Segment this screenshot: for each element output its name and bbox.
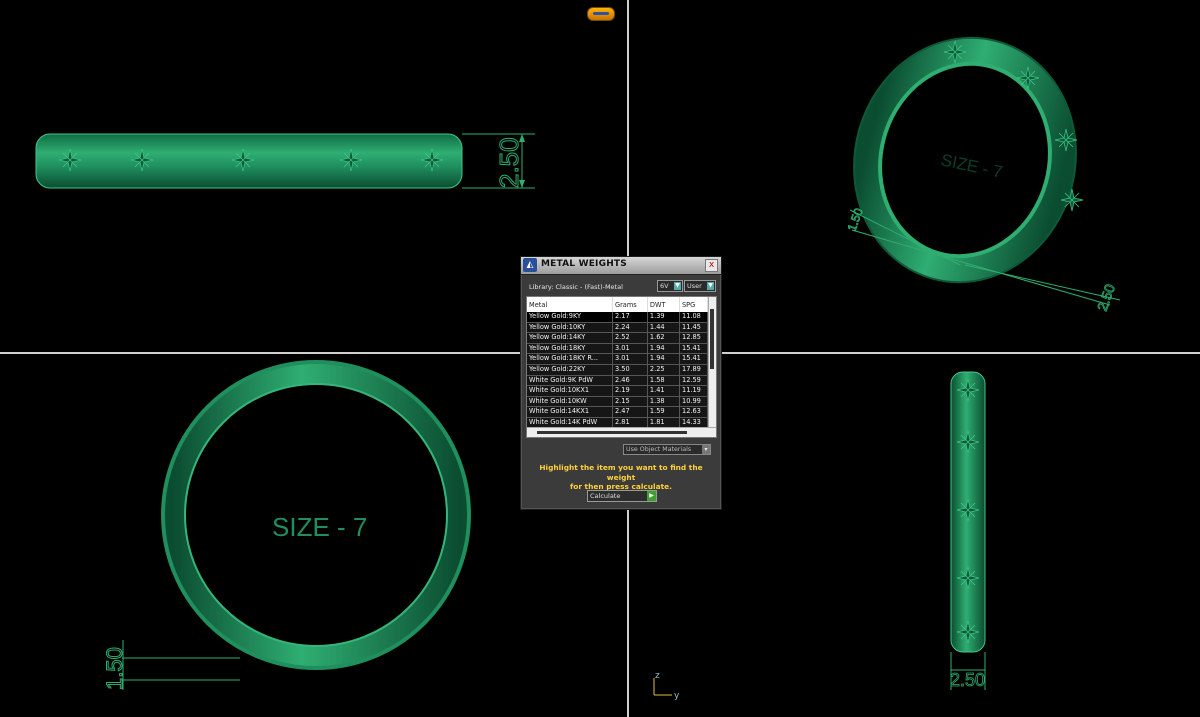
cell-dwt: 1.39 <box>647 312 681 323</box>
use-object-materials-select[interactable]: Use Object Materials ▾ <box>623 444 711 455</box>
cell-metal: White Gold:9K PdW <box>527 375 613 386</box>
cell-dwt: 1.59 <box>647 406 681 418</box>
instruction-line-1: Highlight the item you want to find the … <box>539 463 703 482</box>
cell-metal: Yellow Gold:14KY <box>527 332 613 344</box>
cell-grams: 2.47 <box>612 406 648 418</box>
cell-grams: 3.01 <box>612 353 648 365</box>
instruction-text: Highlight the item you want to find the … <box>529 463 713 492</box>
cell-grams: 3.50 <box>612 364 648 376</box>
axis-y-label: y <box>674 691 680 701</box>
cell-dwt: 1.38 <box>647 396 681 407</box>
cell-metal: Yellow Gold:18KY R... <box>527 353 613 365</box>
thickness-dimension-front: 1.50 <box>102 647 127 690</box>
table-row[interactable]: Yellow Gold:9KY 2.17 1.39 11.08 <box>527 312 708 323</box>
use-object-materials-label: Use Object Materials <box>626 446 692 453</box>
dialog-title-bar[interactable]: ◭ METAL WEIGHTS x <box>521 257 721 275</box>
table-row[interactable]: White Gold:14KX1 2.47 1.59 12.63 <box>527 406 708 418</box>
dropdown-arrow-icon: ▼ <box>674 282 681 290</box>
table-vertical-scrollbar[interactable] <box>708 297 716 427</box>
cell-dwt: 1.44 <box>647 322 681 333</box>
cell-metal: White Gold:10KW <box>527 396 613 407</box>
size-label-perspective: SIZE - 7 <box>939 150 1004 182</box>
width-dimension-top: 2.50 <box>494 137 524 188</box>
app-logo-icon <box>587 7 615 21</box>
unit-primary-value: 6V <box>660 282 669 290</box>
table-header-row: Metal Grams DWT SPG <box>527 297 708 312</box>
cell-grams: 2.15 <box>612 396 648 407</box>
cell-spg: 10.99 <box>679 396 708 407</box>
table-row[interactable]: White Gold:10KW 2.15 1.38 10.99 <box>527 396 708 407</box>
calculate-label: Calculate <box>590 492 621 500</box>
cell-dwt: 1.94 <box>647 343 681 354</box>
top-view-ring <box>35 133 535 189</box>
column-header-dwt[interactable]: DWT <box>647 297 681 312</box>
calculate-button[interactable]: Calculate ▶ <box>587 490 657 502</box>
cell-dwt: 1.62 <box>647 332 681 344</box>
metal-weights-dialog: ◭ METAL WEIGHTS x Library: Classic - (Fa… <box>520 256 722 510</box>
table-row[interactable]: Yellow Gold:10KY 2.24 1.44 11.45 <box>527 322 708 333</box>
width-dimension-perspective: 2.50 <box>1094 282 1118 313</box>
side-view-ring <box>950 371 986 690</box>
cell-spg: 12.63 <box>679 406 708 418</box>
column-header-grams[interactable]: Grams <box>612 297 648 312</box>
column-header-spg[interactable]: SPG <box>679 297 708 312</box>
cell-metal: Yellow Gold:10KY <box>527 322 613 333</box>
unit-select-secondary[interactable]: User ▼ <box>684 280 716 292</box>
scrollbar-thumb[interactable] <box>710 309 714 369</box>
cell-grams: 2.46 <box>612 375 648 386</box>
axis-z-label: z <box>655 671 660 681</box>
metal-table[interactable]: Metal Grams DWT SPG Yellow Gold:9KY 2.17 1… <box>526 296 717 438</box>
cell-dwt: 2.25 <box>647 364 681 376</box>
column-header-metal[interactable]: Metal <box>527 297 613 312</box>
table-row[interactable]: Yellow Gold:22KY 3.50 2.25 17.89 <box>527 364 708 376</box>
size-label-front: SIZE - 7 <box>272 512 367 542</box>
cell-dwt: 1.58 <box>647 375 681 386</box>
cell-spg: 12.85 <box>679 332 708 344</box>
cell-metal: Yellow Gold:18KY <box>527 343 613 354</box>
cell-grams: 2.19 <box>612 385 648 397</box>
unit-secondary-value: User <box>687 282 702 290</box>
cell-grams: 2.52 <box>612 332 648 344</box>
cell-grams: 2.24 <box>612 322 648 333</box>
cell-spg: 17.89 <box>679 364 708 376</box>
close-button[interactable]: x <box>705 259 718 272</box>
play-icon: ▶ <box>647 491 656 501</box>
cell-dwt: 1.41 <box>647 385 681 397</box>
cell-metal: White Gold:14KX1 <box>527 406 613 418</box>
cell-spg: 15.41 <box>679 353 708 365</box>
cell-spg: 11.19 <box>679 385 708 397</box>
dropdown-arrow-icon: ▼ <box>707 282 714 290</box>
unit-select-primary[interactable]: 6V ▼ <box>657 280 683 292</box>
cell-metal: Yellow Gold:22KY <box>527 364 613 376</box>
width-dimension-side: 2.50 <box>950 670 985 690</box>
table-row[interactable]: Yellow Gold:18KY 3.01 1.94 15.41 <box>527 343 708 354</box>
cell-spg: 11.45 <box>679 322 708 333</box>
table-row[interactable]: White Gold:9K PdW 2.46 1.58 12.59 <box>527 375 708 386</box>
table-row[interactable]: White Gold:10KX1 2.19 1.41 11.19 <box>527 385 708 397</box>
metal-weights-icon: ◭ <box>523 258 537 272</box>
cell-grams: 2.17 <box>612 312 648 323</box>
cell-grams: 3.01 <box>612 343 648 354</box>
thickness-dimension-perspective: 1.50 <box>845 206 866 233</box>
cell-metal: Yellow Gold:9KY <box>527 312 613 323</box>
cell-dwt: 1.94 <box>647 353 681 365</box>
dialog-title: METAL WEIGHTS <box>541 259 627 269</box>
dropdown-arrow-icon: ▾ <box>702 445 710 454</box>
cell-spg: 11.08 <box>679 312 708 323</box>
table-row[interactable]: Yellow Gold:18KY R... 3.01 1.94 15.41 <box>527 353 708 365</box>
cell-metal: White Gold:10KX1 <box>527 385 613 397</box>
cell-spg: 15.41 <box>679 343 708 354</box>
table-horizontal-scrollbar[interactable] <box>527 427 716 437</box>
library-label: Library: Classic - (Fast)-Metal <box>529 283 623 291</box>
cell-spg: 12.59 <box>679 375 708 386</box>
table-row[interactable]: Yellow Gold:14KY 2.52 1.62 12.85 <box>527 332 708 344</box>
scrollbar-thumb[interactable] <box>537 431 687 434</box>
